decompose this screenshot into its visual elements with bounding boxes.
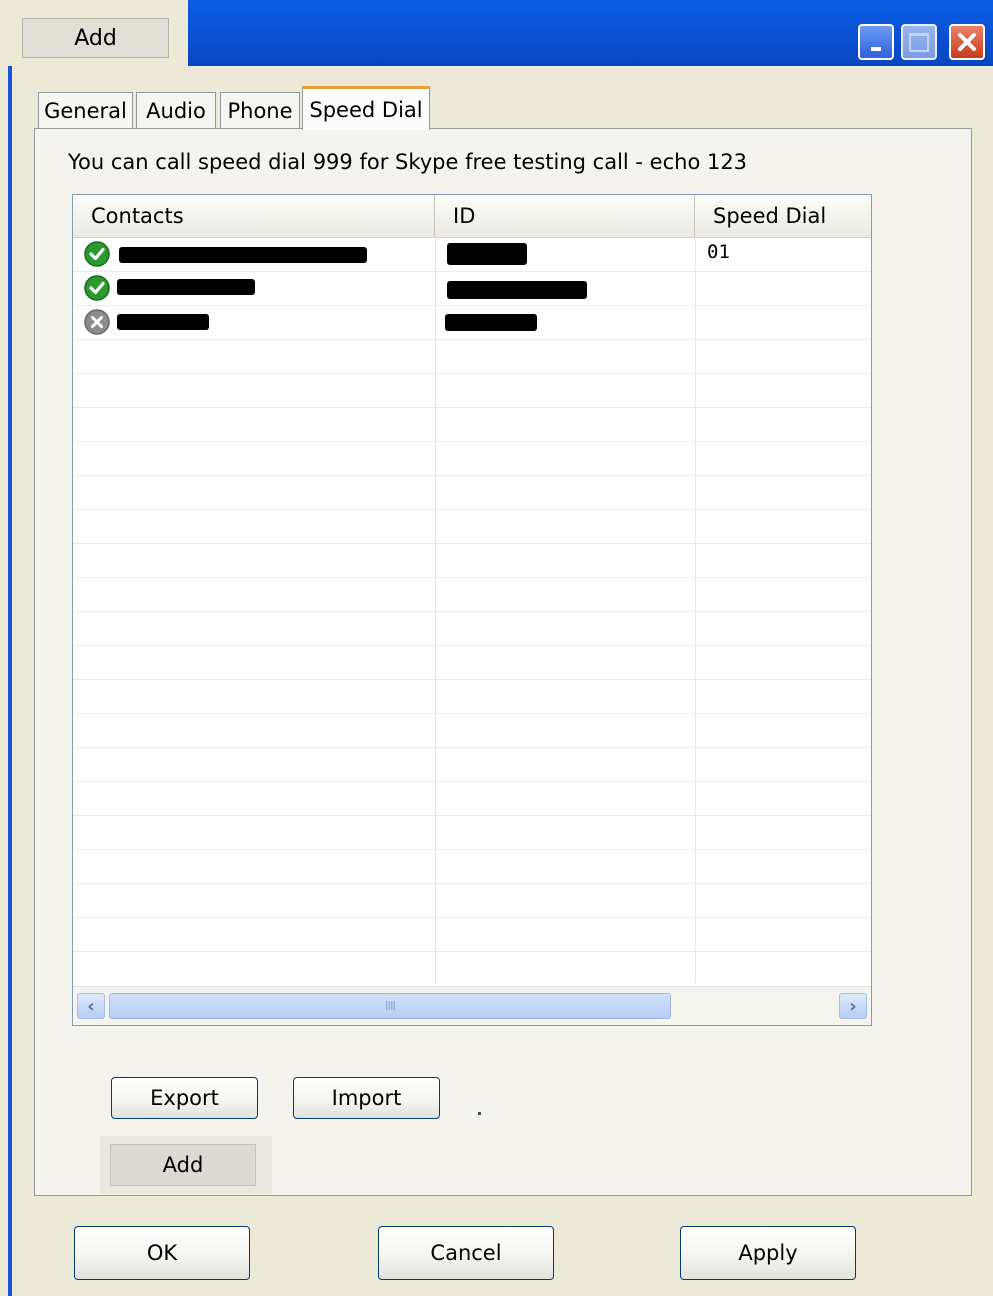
add-title-button[interactable]: Add [22,18,169,58]
maximize-button[interactable] [901,24,937,60]
chevron-left-icon: ‹ [87,995,95,1017]
grid-line [73,713,871,714]
scrollbar-grip: IIII [384,999,396,1013]
horizontal-scrollbar[interactable]: ‹ IIII › [73,986,871,1025]
grid-line [73,373,871,374]
scrollbar-thumb[interactable]: IIII [109,993,671,1019]
contact-name-redacted [117,314,209,330]
list-item[interactable] [73,305,871,339]
minimize-icon [871,47,881,51]
online-check-icon [84,275,110,301]
grid-line [73,815,871,816]
grid-line [73,917,871,918]
cancel-button[interactable]: Cancel [378,1226,554,1280]
grid-line [73,645,871,646]
grid-line [73,441,871,442]
grid-line [73,543,871,544]
contacts-list[interactable]: Contacts ID Speed Dial 01 ‹ IIII › [72,194,872,1026]
speed-dial-info-text: You can call speed dial 999 for Skype fr… [68,150,748,174]
scroll-right-button[interactable]: › [839,993,867,1019]
export-button[interactable]: Export [111,1077,258,1119]
speed-dial-value: 01 [707,241,730,263]
add-button[interactable]: Add [110,1144,256,1186]
chevron-right-icon: › [849,995,857,1017]
tab-general[interactable]: General [38,92,133,128]
grid-line [73,849,871,850]
grid-line [73,747,871,748]
contact-name-redacted [117,279,255,295]
scroll-left-button[interactable]: ‹ [77,993,105,1019]
list-item[interactable]: 01 [73,237,871,271]
tab-phone[interactable]: Phone [220,92,300,128]
grid-line [73,883,871,884]
offline-x-icon [84,309,110,335]
grid-line [73,951,871,952]
close-button[interactable] [949,24,985,60]
maximize-icon [909,32,929,52]
window-left-border [8,66,12,1296]
close-icon [958,33,976,51]
stray-dot [478,1112,481,1115]
grid-line [73,781,871,782]
contact-name-redacted [119,247,367,263]
contact-id-redacted [447,243,527,265]
list-item[interactable] [73,271,871,305]
tab-audio[interactable]: Audio [136,92,216,128]
grid-line [73,509,871,510]
column-divider [695,237,696,983]
column-header-id[interactable]: ID [435,195,695,237]
online-check-icon [84,241,110,267]
column-header-speed-dial[interactable]: Speed Dial [695,195,871,237]
column-divider [435,237,436,983]
grid-line [73,407,871,408]
list-header: Contacts ID Speed Dial [73,195,871,238]
ok-button[interactable]: OK [74,1226,250,1280]
apply-button[interactable]: Apply [680,1226,856,1280]
grid-line [73,679,871,680]
grid-line [73,577,871,578]
grid-line [73,475,871,476]
contact-id-redacted [445,314,537,331]
minimize-button[interactable] [858,24,894,60]
grid-line [73,611,871,612]
column-header-contacts[interactable]: Contacts [73,195,435,237]
list-grid [73,237,871,983]
tab-speed-dial[interactable]: Speed Dial [302,86,430,130]
contact-id-redacted [447,281,587,299]
import-button[interactable]: Import [293,1077,440,1119]
grid-line [73,339,871,340]
